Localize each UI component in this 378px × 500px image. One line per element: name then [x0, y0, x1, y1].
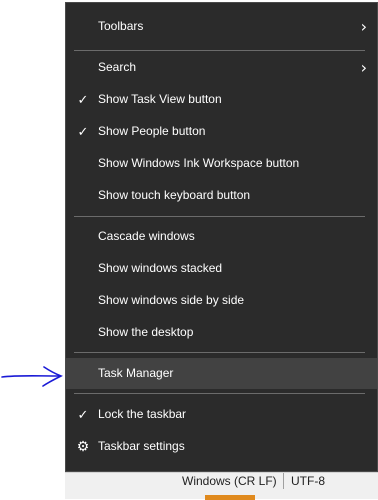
menu-item-label: Task Manager	[98, 366, 174, 380]
taskbar-accent	[205, 495, 255, 500]
menu-item-toolbars[interactable]: Toolbars ›	[66, 11, 377, 42]
chevron-right-icon: ›	[360, 58, 367, 77]
menu-item-label: Show the desktop	[98, 325, 194, 339]
encoding-indicator[interactable]: UTF-8	[291, 473, 331, 489]
checkmark-icon: ✓	[77, 124, 89, 139]
menu-separator	[74, 393, 365, 394]
taskbar-context-menu: Toolbars › Search › ✓ Show Task View but…	[65, 2, 378, 472]
status-bar: Windows (CR LF) UTF-8	[65, 472, 378, 500]
gear-icon: ⚙	[76, 438, 90, 454]
menu-item-label: Show People button	[98, 124, 206, 138]
menu-item-label: Search	[98, 60, 137, 74]
menu-item-search[interactable]: Search ›	[66, 52, 377, 83]
menu-item-lock-the-taskbar[interactable]: ✓ Lock the taskbar	[66, 399, 377, 430]
chevron-right-icon: ›	[360, 17, 367, 36]
menu-item-label: Show Task View button	[98, 92, 222, 106]
menu-item-show-touch-keyboard-button[interactable]: Show touch keyboard button	[66, 180, 377, 211]
menu-item-cascade-windows[interactable]: Cascade windows	[66, 221, 377, 252]
checkmark-icon: ✓	[77, 407, 89, 422]
menu-item-label: Show windows side by side	[98, 293, 245, 307]
menu-item-label: Toolbars	[98, 19, 144, 33]
menu-item-task-manager[interactable]: Task Manager	[66, 358, 377, 389]
menu-item-label: Taskbar settings	[98, 439, 185, 453]
menu-item-label: Show windows stacked	[98, 261, 223, 275]
menu-item-taskbar-settings[interactable]: ⚙ Taskbar settings	[66, 431, 377, 462]
menu-item-show-task-view-button[interactable]: ✓ Show Task View button	[66, 84, 377, 115]
menu-item-label: Cascade windows	[98, 229, 195, 243]
menu-item-show-windows-side-by-side[interactable]: Show windows side by side	[66, 285, 377, 316]
menu-item-label: Lock the taskbar	[98, 407, 187, 421]
menu-item-show-windows-ink-workspace-button[interactable]: Show Windows Ink Workspace button	[66, 148, 377, 179]
menu-item-show-the-desktop[interactable]: Show the desktop	[66, 317, 377, 348]
menu-item-label: Show touch keyboard button	[98, 188, 251, 202]
menu-item-label: Show Windows Ink Workspace button	[98, 156, 300, 170]
menu-item-show-windows-stacked[interactable]: Show windows stacked	[66, 253, 377, 284]
line-ending-indicator[interactable]: Windows (CR LF)	[182, 473, 284, 489]
menu-separator	[74, 216, 365, 217]
menu-item-show-people-button[interactable]: ✓ Show People button	[66, 116, 377, 147]
menu-separator	[74, 352, 365, 353]
menu-separator	[74, 50, 365, 51]
checkmark-icon: ✓	[77, 92, 89, 107]
annotation-arrow-icon	[1, 366, 63, 387]
